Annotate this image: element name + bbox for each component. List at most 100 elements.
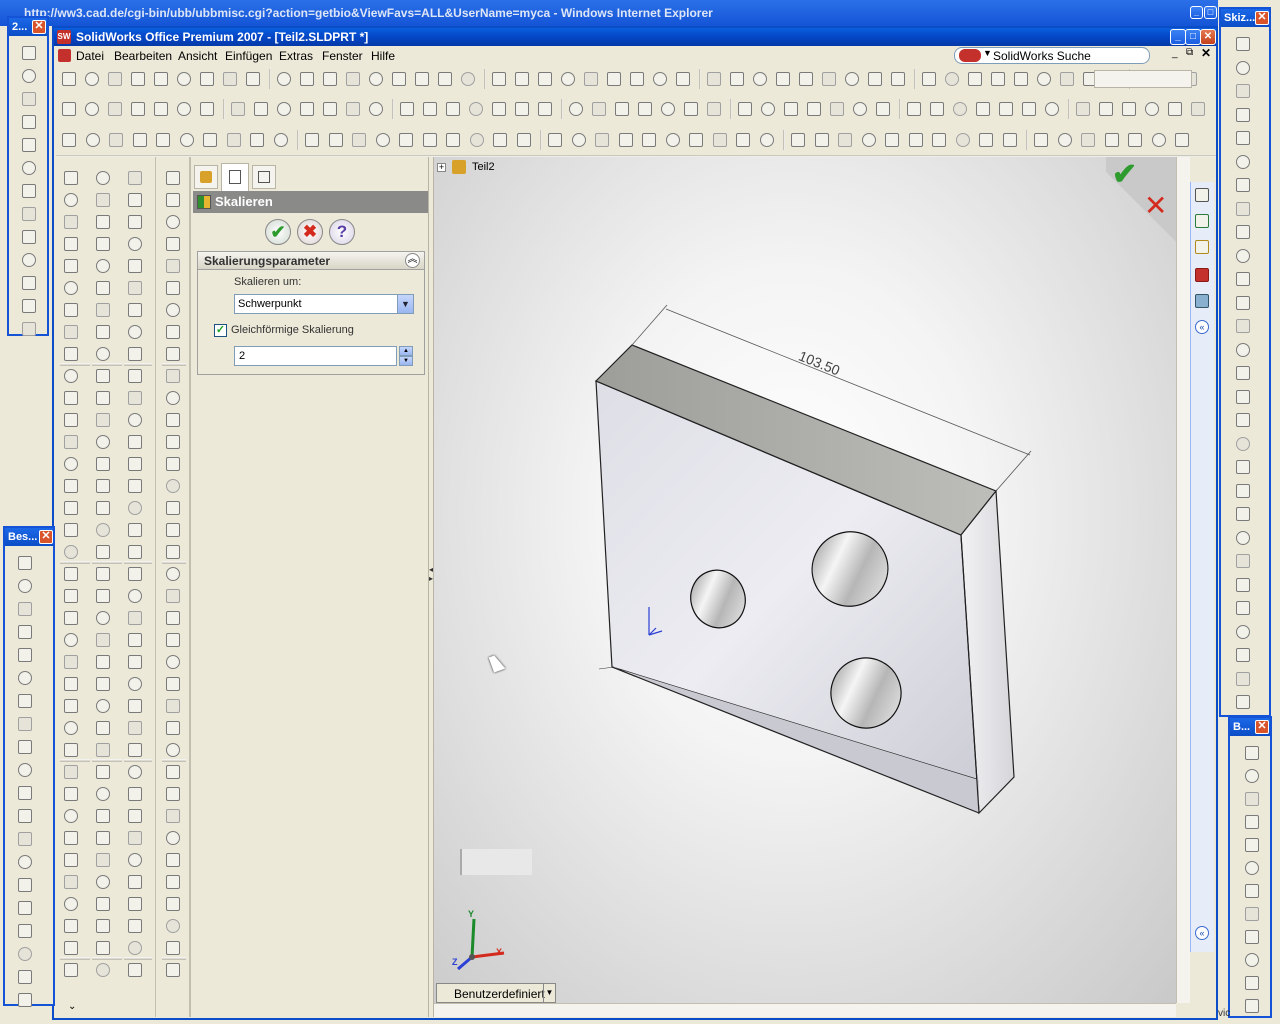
feature-tool-icon[interactable] [250, 133, 264, 147]
features-tool-icon[interactable] [22, 69, 36, 83]
feature-tool-icon[interactable] [861, 133, 876, 147]
feature-tool-icon[interactable] [399, 133, 413, 147]
standard-tool-icon[interactable] [300, 72, 314, 86]
command-tool-icon[interactable] [128, 501, 142, 515]
feature-tool-icon[interactable] [932, 133, 946, 147]
annotation-tool-icon[interactable] [18, 993, 32, 1007]
command-tool-icon[interactable] [96, 633, 110, 647]
command-tool-icon[interactable] [166, 435, 180, 449]
standard-tool-icon[interactable] [753, 72, 767, 86]
command-tool-icon[interactable] [96, 589, 110, 603]
command-tool-icon[interactable] [166, 611, 180, 625]
feature-tool-icon[interactable] [1002, 133, 1017, 147]
command-tool-icon[interactable] [166, 347, 180, 361]
app-menu-icon[interactable] [58, 49, 71, 62]
command-tool-icon[interactable] [96, 765, 110, 779]
sketch-tool-icon[interactable] [346, 102, 360, 116]
sketch-tool-icon[interactable] [254, 102, 268, 116]
float-right-bottom-close-button[interactable]: ✕ [1255, 720, 1269, 734]
float-left-top-close-button[interactable]: ✕ [32, 20, 46, 34]
command-tool-icon[interactable] [96, 567, 110, 581]
sketch-tool-icon[interactable] [1236, 37, 1250, 51]
standard-tool-icon[interactable] [676, 72, 690, 86]
standard-tool-icon[interactable] [1037, 72, 1051, 86]
command-tool-icon[interactable] [166, 369, 180, 383]
standard-tool-icon[interactable] [561, 72, 575, 86]
vertical-scrollbar[interactable] [1176, 157, 1190, 1003]
command-tool-icon[interactable] [96, 369, 110, 383]
annotation-tool-icon[interactable] [18, 947, 32, 961]
home-icon[interactable] [1195, 188, 1209, 202]
command-tool-icon[interactable] [128, 303, 142, 317]
command-tool-icon[interactable] [64, 193, 78, 207]
feature-tool-icon[interactable] [1057, 133, 1072, 147]
standard-tool-icon[interactable] [154, 72, 168, 86]
tab-configuration-manager[interactable] [252, 165, 276, 189]
dimension-tool-icon[interactable] [1245, 815, 1259, 829]
ie-minimize-button[interactable]: _ [1190, 6, 1203, 19]
command-tool-icon[interactable] [166, 545, 180, 559]
standard-tool-icon[interactable] [630, 72, 644, 86]
sketch-tool-icon[interactable] [1236, 671, 1250, 686]
feature-tool-icon[interactable] [273, 133, 288, 147]
command-tool-icon[interactable] [64, 919, 78, 933]
command-tool-icon[interactable] [96, 171, 110, 185]
dimension-tool-icon[interactable] [1245, 884, 1259, 898]
command-tool-icon[interactable] [128, 171, 142, 185]
menu-einfuegen[interactable]: Einfügen [225, 49, 272, 63]
standard-tool-icon[interactable] [438, 72, 452, 86]
feature-tool-icon[interactable] [838, 133, 852, 147]
annotation-tool-icon[interactable] [18, 556, 32, 570]
sketch-tool-icon[interactable] [830, 102, 844, 116]
feature-tool-icon[interactable] [571, 133, 586, 147]
command-tool-icon[interactable] [96, 699, 110, 713]
command-tool-icon[interactable] [96, 303, 110, 317]
command-tool-icon[interactable] [96, 875, 110, 889]
command-tool-icon[interactable] [64, 215, 78, 229]
menu-ansicht[interactable]: Ansicht [178, 49, 217, 63]
sketch-tool-icon[interactable] [538, 102, 552, 116]
command-tool-icon[interactable] [166, 457, 180, 471]
chevron-down-icon[interactable]: ▼ [397, 295, 413, 313]
standard-tool-icon[interactable] [776, 72, 790, 86]
more-commands-icon[interactable]: ⌄ [68, 1001, 76, 1012]
sketch-tool-icon[interactable] [1076, 102, 1090, 116]
tab-feature-manager[interactable] [194, 165, 218, 189]
feature-tool-icon[interactable] [156, 133, 170, 147]
sketch-tool-icon[interactable] [907, 102, 921, 116]
feature-tool-icon[interactable] [109, 133, 123, 147]
search-input[interactable]: SolidWorks Suche [993, 49, 1091, 63]
standard-tool-icon[interactable] [607, 72, 621, 86]
scale-factor-input[interactable]: 2 [234, 346, 397, 366]
standard-tool-icon[interactable] [845, 72, 859, 86]
sketch-tool-icon[interactable] [1236, 366, 1250, 380]
sketch-tool-icon[interactable] [592, 102, 606, 116]
sketch-tool-icon[interactable] [1236, 460, 1250, 474]
command-tool-icon[interactable] [64, 259, 78, 273]
sketch-tool-icon[interactable] [638, 102, 652, 116]
uniform-checkbox[interactable]: ✓ [214, 324, 227, 337]
command-tool-icon[interactable] [166, 237, 180, 251]
command-tool-icon[interactable] [64, 347, 78, 361]
command-tool-icon[interactable] [96, 193, 110, 207]
command-tool-icon[interactable] [128, 721, 142, 735]
feature-tool-icon[interactable] [736, 133, 750, 147]
sketch-tool-icon[interactable] [177, 102, 191, 116]
dimension-tool-icon[interactable] [1245, 769, 1259, 783]
standard-tool-icon[interactable] [584, 72, 598, 86]
standard-tool-icon[interactable] [922, 72, 936, 86]
command-tool-icon[interactable] [128, 281, 142, 295]
feature-tool-icon[interactable] [1081, 133, 1095, 147]
command-tool-icon[interactable] [128, 259, 142, 273]
command-tool-icon[interactable] [166, 699, 180, 713]
standard-tool-icon[interactable] [85, 72, 99, 86]
sketch-tool-icon[interactable] [1236, 695, 1250, 709]
collapse-icon[interactable]: ︽ [405, 253, 420, 268]
command-tool-icon[interactable] [64, 281, 78, 295]
command-tool-icon[interactable] [64, 303, 78, 317]
command-tool-icon[interactable] [96, 435, 110, 449]
sketch-tool-icon[interactable] [446, 102, 460, 116]
sketch-tool-icon[interactable] [684, 102, 698, 116]
feature-tool-icon[interactable] [979, 133, 993, 147]
sketch-tool-icon[interactable] [1145, 102, 1159, 116]
